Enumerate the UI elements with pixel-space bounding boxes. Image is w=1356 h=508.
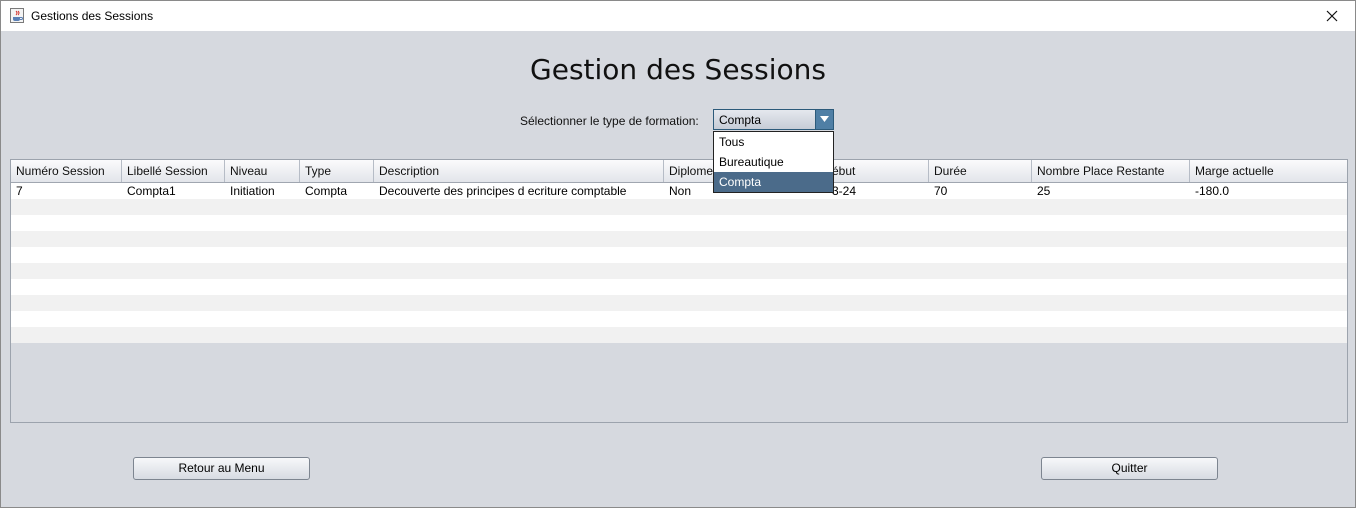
column-header-niveau[interactable]: Niveau [225,160,300,182]
cell-type: Compta [305,184,348,198]
formation-type-label: Sélectionner le type de formation: [520,114,699,128]
column-header-duree[interactable]: Durée [929,160,1032,182]
app-window: Gestions des Sessions Gestion des Sessio… [0,0,1356,508]
option-compta[interactable]: Compta [714,172,833,192]
column-header-libelle[interactable]: Libellé Session [122,160,225,182]
close-icon[interactable] [1326,10,1338,22]
triangle-down-icon [820,116,829,122]
empty-table-row [11,247,1347,263]
table-header: Numéro Session Libellé Session Niveau Ty… [11,160,1347,183]
close-button[interactable] [1309,1,1355,31]
table-row[interactable]: 7 Compta1 Initiation Compta Decouverte d… [11,183,1347,199]
empty-table-row [11,231,1347,247]
column-header-marge[interactable]: Marge actuelle [1190,160,1347,182]
quit-button[interactable]: Quitter [1041,457,1218,480]
empty-table-row [11,263,1347,279]
page-title: Gestion des Sessions [530,53,826,86]
combo-arrow-button[interactable] [815,110,833,129]
column-header-places-restantes[interactable]: Nombre Place Restante [1032,160,1190,182]
empty-table-row [11,199,1347,215]
cell-duree: 70 [934,184,948,198]
column-header-numero[interactable]: Numéro Session [11,160,122,182]
empty-table-row [11,311,1347,327]
formation-type-dropdown-list: Tous Bureautique Compta [713,131,834,193]
formation-type-select[interactable]: Compta [713,109,834,130]
empty-table-row [11,279,1347,295]
empty-table-row [11,295,1347,311]
back-to-menu-button[interactable]: Retour au Menu [133,457,310,480]
cell-description: Decouverte des principes d ecriture comp… [379,184,627,198]
cell-niveau: Initiation [230,184,275,198]
empty-table-row [11,327,1347,343]
empty-table-row [11,215,1347,231]
cell-places-restantes: 25 [1037,184,1051,198]
formation-type-selected-value: Compta [719,113,762,127]
sessions-table: Numéro Session Libellé Session Niveau Ty… [10,159,1348,423]
table-body: 7 Compta1 Initiation Compta Decouverte d… [11,183,1347,343]
option-bureautique[interactable]: Bureautique [714,152,833,172]
cell-marge: -180.0 [1195,184,1230,198]
java-cup-icon [10,8,24,23]
option-tous[interactable]: Tous [714,132,833,152]
column-header-description[interactable]: Description [374,160,664,182]
title-bar: Gestions des Sessions [1,1,1355,31]
column-header-type[interactable]: Type [300,160,374,182]
cell-numero: 7 [16,184,23,198]
cell-libelle: Compta1 [127,184,176,198]
window-title: Gestions des Sessions [31,9,154,23]
